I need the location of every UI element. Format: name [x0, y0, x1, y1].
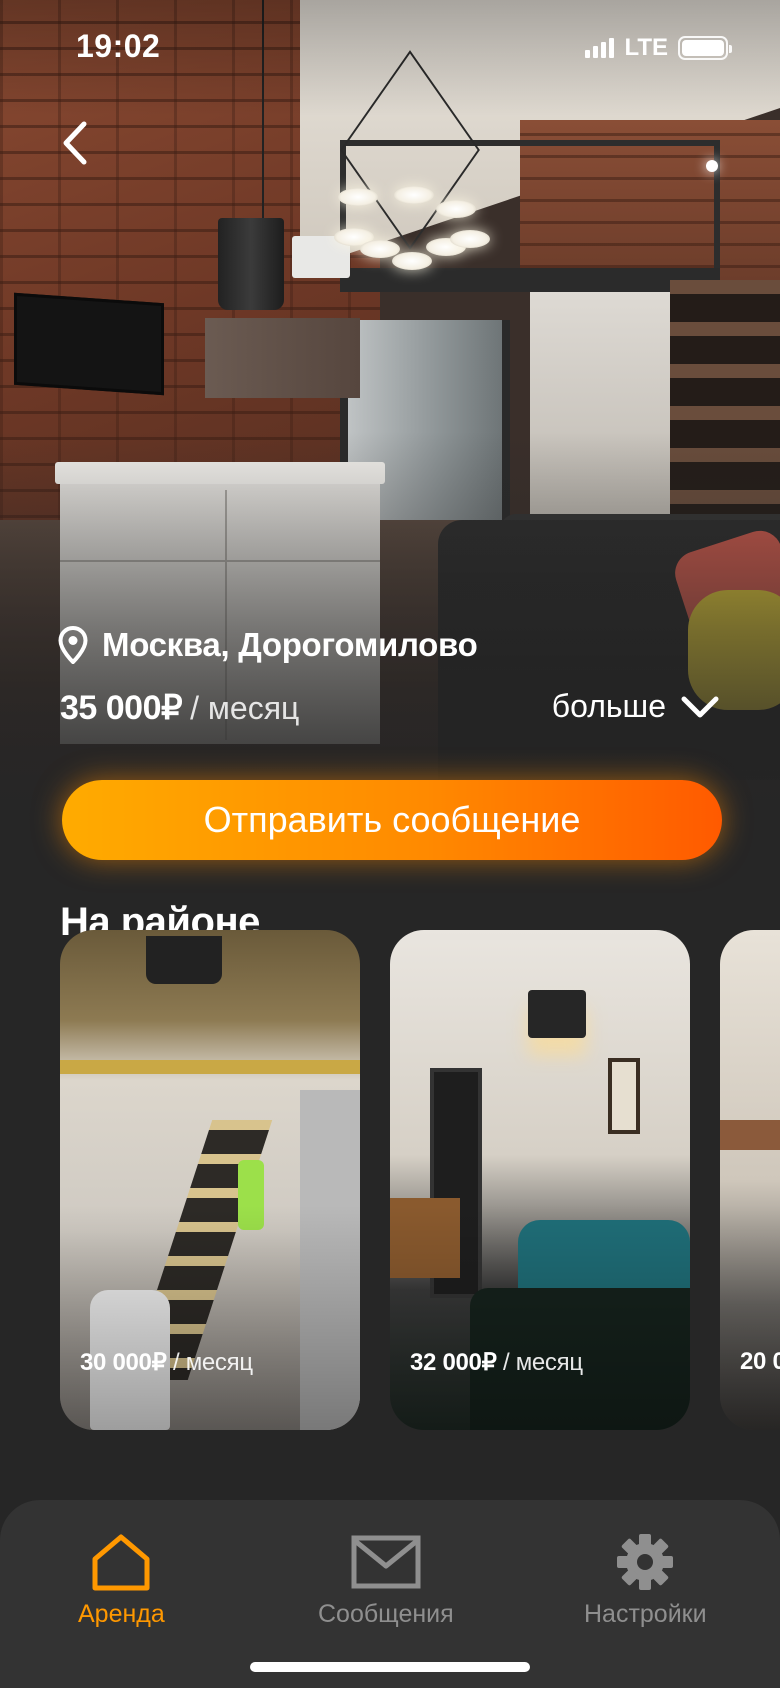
chevron-down-icon — [681, 696, 719, 717]
home-icon — [92, 1534, 150, 1591]
price-value: 35 000₽ — [60, 689, 183, 727]
card-price: 30 000₽ / месяц — [80, 1348, 253, 1377]
more-label: больше — [551, 688, 666, 724]
location-text: Москва, Дорогомилово — [102, 626, 478, 663]
tab-messages[interactable]: Сообщения — [318, 1532, 454, 1629]
gear-icon — [617, 1534, 674, 1590]
card-price-value: 20 0 — [740, 1348, 780, 1375]
back-button[interactable] — [56, 118, 100, 168]
screen: 19:02 LTE Москва, Дорогомилово 35 000₽ /… — [0, 0, 780, 1688]
card-price: 32 000₽ / месяц — [410, 1348, 583, 1377]
mail-icon — [351, 1535, 421, 1589]
card-price-value: 30 000₽ — [80, 1349, 167, 1376]
tab-rent[interactable]: Аренда — [78, 1532, 165, 1629]
nearby-listing-card[interactable]: 20 0 — [720, 930, 780, 1430]
tab-settings[interactable]: Настройки — [584, 1532, 707, 1629]
price-unit: / месяц — [190, 690, 300, 726]
card-price: 20 0 — [740, 1348, 780, 1376]
tab-label: Настройки — [584, 1600, 707, 1628]
status-time: 19:02 — [76, 28, 161, 64]
nearby-listing-card[interactable]: 30 000₽ / месяц — [60, 930, 360, 1430]
card-price-unit: / месяц — [172, 1349, 253, 1376]
send-message-button[interactable]: Отправить сообщение — [62, 780, 722, 860]
tab-bar: Аренда Сообщения Настройки — [0, 1500, 780, 1688]
tab-label: Сообщения — [318, 1600, 454, 1628]
location-pin-icon — [58, 626, 88, 664]
status-indicators: LTE — [585, 34, 732, 62]
listing-location: Москва, Дорогомилово — [58, 626, 478, 664]
card-price-value: 32 000₽ — [410, 1349, 497, 1376]
signal-icon — [585, 38, 615, 58]
battery-icon — [678, 36, 732, 60]
network-type: LTE — [624, 34, 668, 61]
more-button[interactable]: больше — [552, 688, 720, 725]
card-price-unit: / месяц — [502, 1349, 583, 1376]
chevron-left-icon — [63, 121, 87, 165]
home-indicator[interactable] — [250, 1662, 530, 1672]
tab-label: Аренда — [78, 1600, 165, 1628]
nearby-listing-card[interactable]: 32 000₽ / месяц — [390, 930, 690, 1430]
listing-price: 35 000₽ / месяц — [60, 688, 299, 728]
